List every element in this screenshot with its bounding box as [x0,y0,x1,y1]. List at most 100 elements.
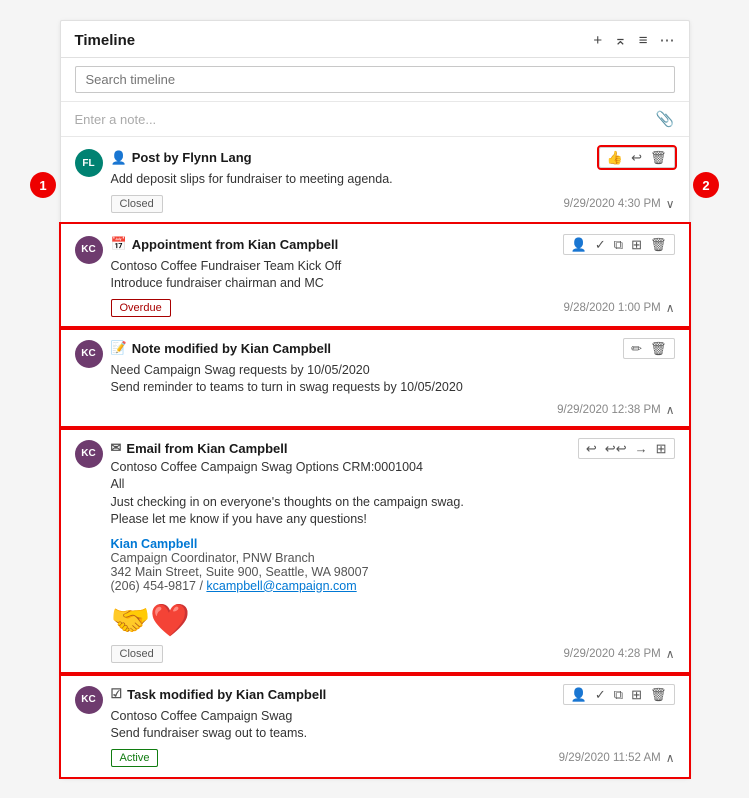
post-body: Add deposit slips for fundraiser to meet… [111,171,675,189]
add-icon[interactable]: + [593,32,602,49]
email-title-row: ✉ Email from Kian Campbell ↩ ↩↩ → ⊞ [111,438,675,459]
outer-container: 1 2 Timeline + ⌅ ≡ ⋯ Enter a note... 📎 [20,20,729,778]
sig-phone: (206) 454-9817 / kcampbell@campaign.com [111,579,675,593]
task-title-row: ☑ Task modified by Kian Campbell 👤 ✓ ⧉ ⊞… [111,684,675,705]
copy-button-1[interactable]: ⧉ [614,238,623,251]
post-footer: Closed 9/29/2020 4:30 PM ∨ [111,195,675,213]
timeline-item-email: KC ✉ Email from Kian Campbell ↩ ↩↩ → [61,428,689,674]
copy-button-2[interactable]: ⊞ [631,238,642,251]
task-body: Contoso Coffee Campaign Swag Send fundra… [111,708,675,743]
note-actions: ✏ 🗑 [623,338,674,359]
post-datetime: 9/29/2020 4:30 PM ∨ [564,197,675,211]
email-signature: Kian Campbell Campaign Coordinator, PNW … [111,537,675,593]
post-title-row: 👤 Post by Flynn Lang 👍 ↩ 🗑 [111,147,675,168]
email-actions: ↩ ↩↩ → ⊞ [578,438,675,459]
reply-button[interactable]: ↩ [631,151,642,164]
note-bar: Enter a note... 📎 [61,102,689,137]
note-datetime: 9/29/2020 12:38 PM ∧ [557,403,674,417]
panel-title: Timeline [75,32,594,49]
timeline-item-appointment: KC 📅 Appointment from Kian Campbell 👤 ✓ … [61,224,689,328]
reply-email-button[interactable]: ↩ [586,442,597,455]
sort-icon[interactable]: ≡ [639,32,648,49]
post-badge: Closed [111,195,163,213]
appointment-footer: Overdue 9/28/2020 1:00 PM ∧ [111,299,675,317]
task-title: ☑ Task modified by Kian Campbell [111,686,327,702]
appointment-expand-chevron[interactable]: ∧ [666,301,675,315]
appointment-title-row: 📅 Appointment from Kian Campbell 👤 ✓ ⧉ ⊞… [111,234,675,255]
email-body: Contoso Coffee Campaign Swag Options CRM… [111,459,675,529]
task-row: KC ☑ Task modified by Kian Campbell 👤 ✓ … [75,684,675,767]
header-icons: + ⌅ ≡ ⋯ [593,31,674,49]
panel-header: Timeline + ⌅ ≡ ⋯ [61,21,689,58]
copy-task-button-2[interactable]: ⊞ [631,688,642,701]
avatar-kc-email: KC [75,440,103,468]
email-badge: Closed [111,645,163,663]
avatar-kc-appointment: KC [75,236,103,264]
appointment-badge: Overdue [111,299,171,317]
complete-button[interactable]: ✓ [595,238,606,251]
clip-icon: 📎 [656,110,675,128]
appointment-datetime: 9/28/2020 1:00 PM ∧ [564,301,675,315]
avatar-fl: FL [75,149,103,177]
note-body: Need Campaign Swag requests by 10/05/202… [111,362,675,397]
email-icon: ✉ [111,440,122,456]
delete-task-button[interactable]: 🗑 [650,688,667,701]
more-icon[interactable]: ⋯ [660,31,675,49]
task-content: ☑ Task modified by Kian Campbell 👤 ✓ ⧉ ⊞… [111,684,675,767]
assign-task-button[interactable]: 👤 [571,688,587,701]
appointment-icon: 📅 [111,236,127,252]
sig-name: Kian Campbell [111,537,675,551]
note-content: 📝 Note modified by Kian Campbell ✏ 🗑 Nee… [111,338,675,417]
task-actions: 👤 ✓ ⧉ ⊞ 🗑 [563,684,675,705]
task-datetime: 9/29/2020 11:52 AM ∧ [559,751,675,765]
annotation-1: 1 [30,172,56,198]
timeline-item-post: FL 👤 Post by Flynn Lang 👍 ↩ 🗑 [61,137,689,224]
sig-title: Campaign Coordinator, PNW Branch [111,551,675,565]
email-footer: Closed 9/29/2020 4:28 PM ∧ [111,645,675,663]
timeline-panel: Timeline + ⌅ ≡ ⋯ Enter a note... 📎 FL [60,20,690,778]
edit-button[interactable]: ✏ [631,342,642,355]
post-actions: 👍 ↩ 🗑 [599,147,675,168]
search-input[interactable] [75,66,675,93]
email-content: ✉ Email from Kian Campbell ↩ ↩↩ → ⊞ [111,438,675,663]
email-expand-chevron[interactable]: ∧ [666,647,675,661]
note-icon: 📝 [111,340,127,356]
avatar-kc-note: KC [75,340,103,368]
copy-email-button[interactable]: ⊞ [656,442,667,455]
task-expand-chevron[interactable]: ∧ [666,751,675,765]
note-expand-chevron[interactable]: ∧ [666,403,675,417]
sig-email-link[interactable]: kcampbell@campaign.com [206,579,356,593]
appointment-title: 📅 Appointment from Kian Campbell [111,236,339,252]
appointment-row: KC 📅 Appointment from Kian Campbell 👤 ✓ … [75,234,675,317]
filter-icon[interactable]: ⌅ [614,31,627,49]
post-content: 👤 Post by Flynn Lang 👍 ↩ 🗑 Add deposit s… [111,147,675,213]
annotation-2: 2 [693,172,719,198]
post-title: 👤 Post by Flynn Lang [111,150,252,166]
like-button[interactable]: 👍 [607,151,623,164]
note-row: KC 📝 Note modified by Kian Campbell ✏ 🗑 [75,338,675,417]
sig-address: 342 Main Street, Suite 900, Seattle, WA … [111,565,675,579]
post-expand-chevron[interactable]: ∨ [666,197,675,211]
email-image: 🤝❤️ [111,601,675,639]
note-title-row: 📝 Note modified by Kian Campbell ✏ 🗑 [111,338,675,359]
delete-button-appt[interactable]: 🗑 [650,238,667,251]
post-row: FL 👤 Post by Flynn Lang 👍 ↩ 🗑 [75,147,675,213]
avatar-kc-task: KC [75,686,103,714]
note-placeholder: Enter a note... [75,112,157,127]
delete-button[interactable]: 🗑 [650,151,667,164]
reply-all-button[interactable]: ↩↩ [605,442,627,455]
task-icon: ☑ [111,686,123,702]
appointment-actions: 👤 ✓ ⧉ ⊞ 🗑 [563,234,675,255]
email-title: ✉ Email from Kian Campbell [111,440,288,456]
delete-button-note[interactable]: 🗑 [650,342,667,355]
timeline-item-note: KC 📝 Note modified by Kian Campbell ✏ 🗑 [61,328,689,428]
appointment-content: 📅 Appointment from Kian Campbell 👤 ✓ ⧉ ⊞… [111,234,675,317]
copy-task-button-1[interactable]: ⧉ [614,688,623,701]
forward-button[interactable]: → [635,442,648,455]
timeline-items: FL 👤 Post by Flynn Lang 👍 ↩ 🗑 [61,137,689,777]
complete-task-button[interactable]: ✓ [595,688,606,701]
timeline-item-task: KC ☑ Task modified by Kian Campbell 👤 ✓ … [61,674,689,777]
post-icon: 👤 [111,150,127,166]
email-datetime: 9/29/2020 4:28 PM ∧ [564,647,675,661]
assign-button[interactable]: 👤 [571,238,587,251]
